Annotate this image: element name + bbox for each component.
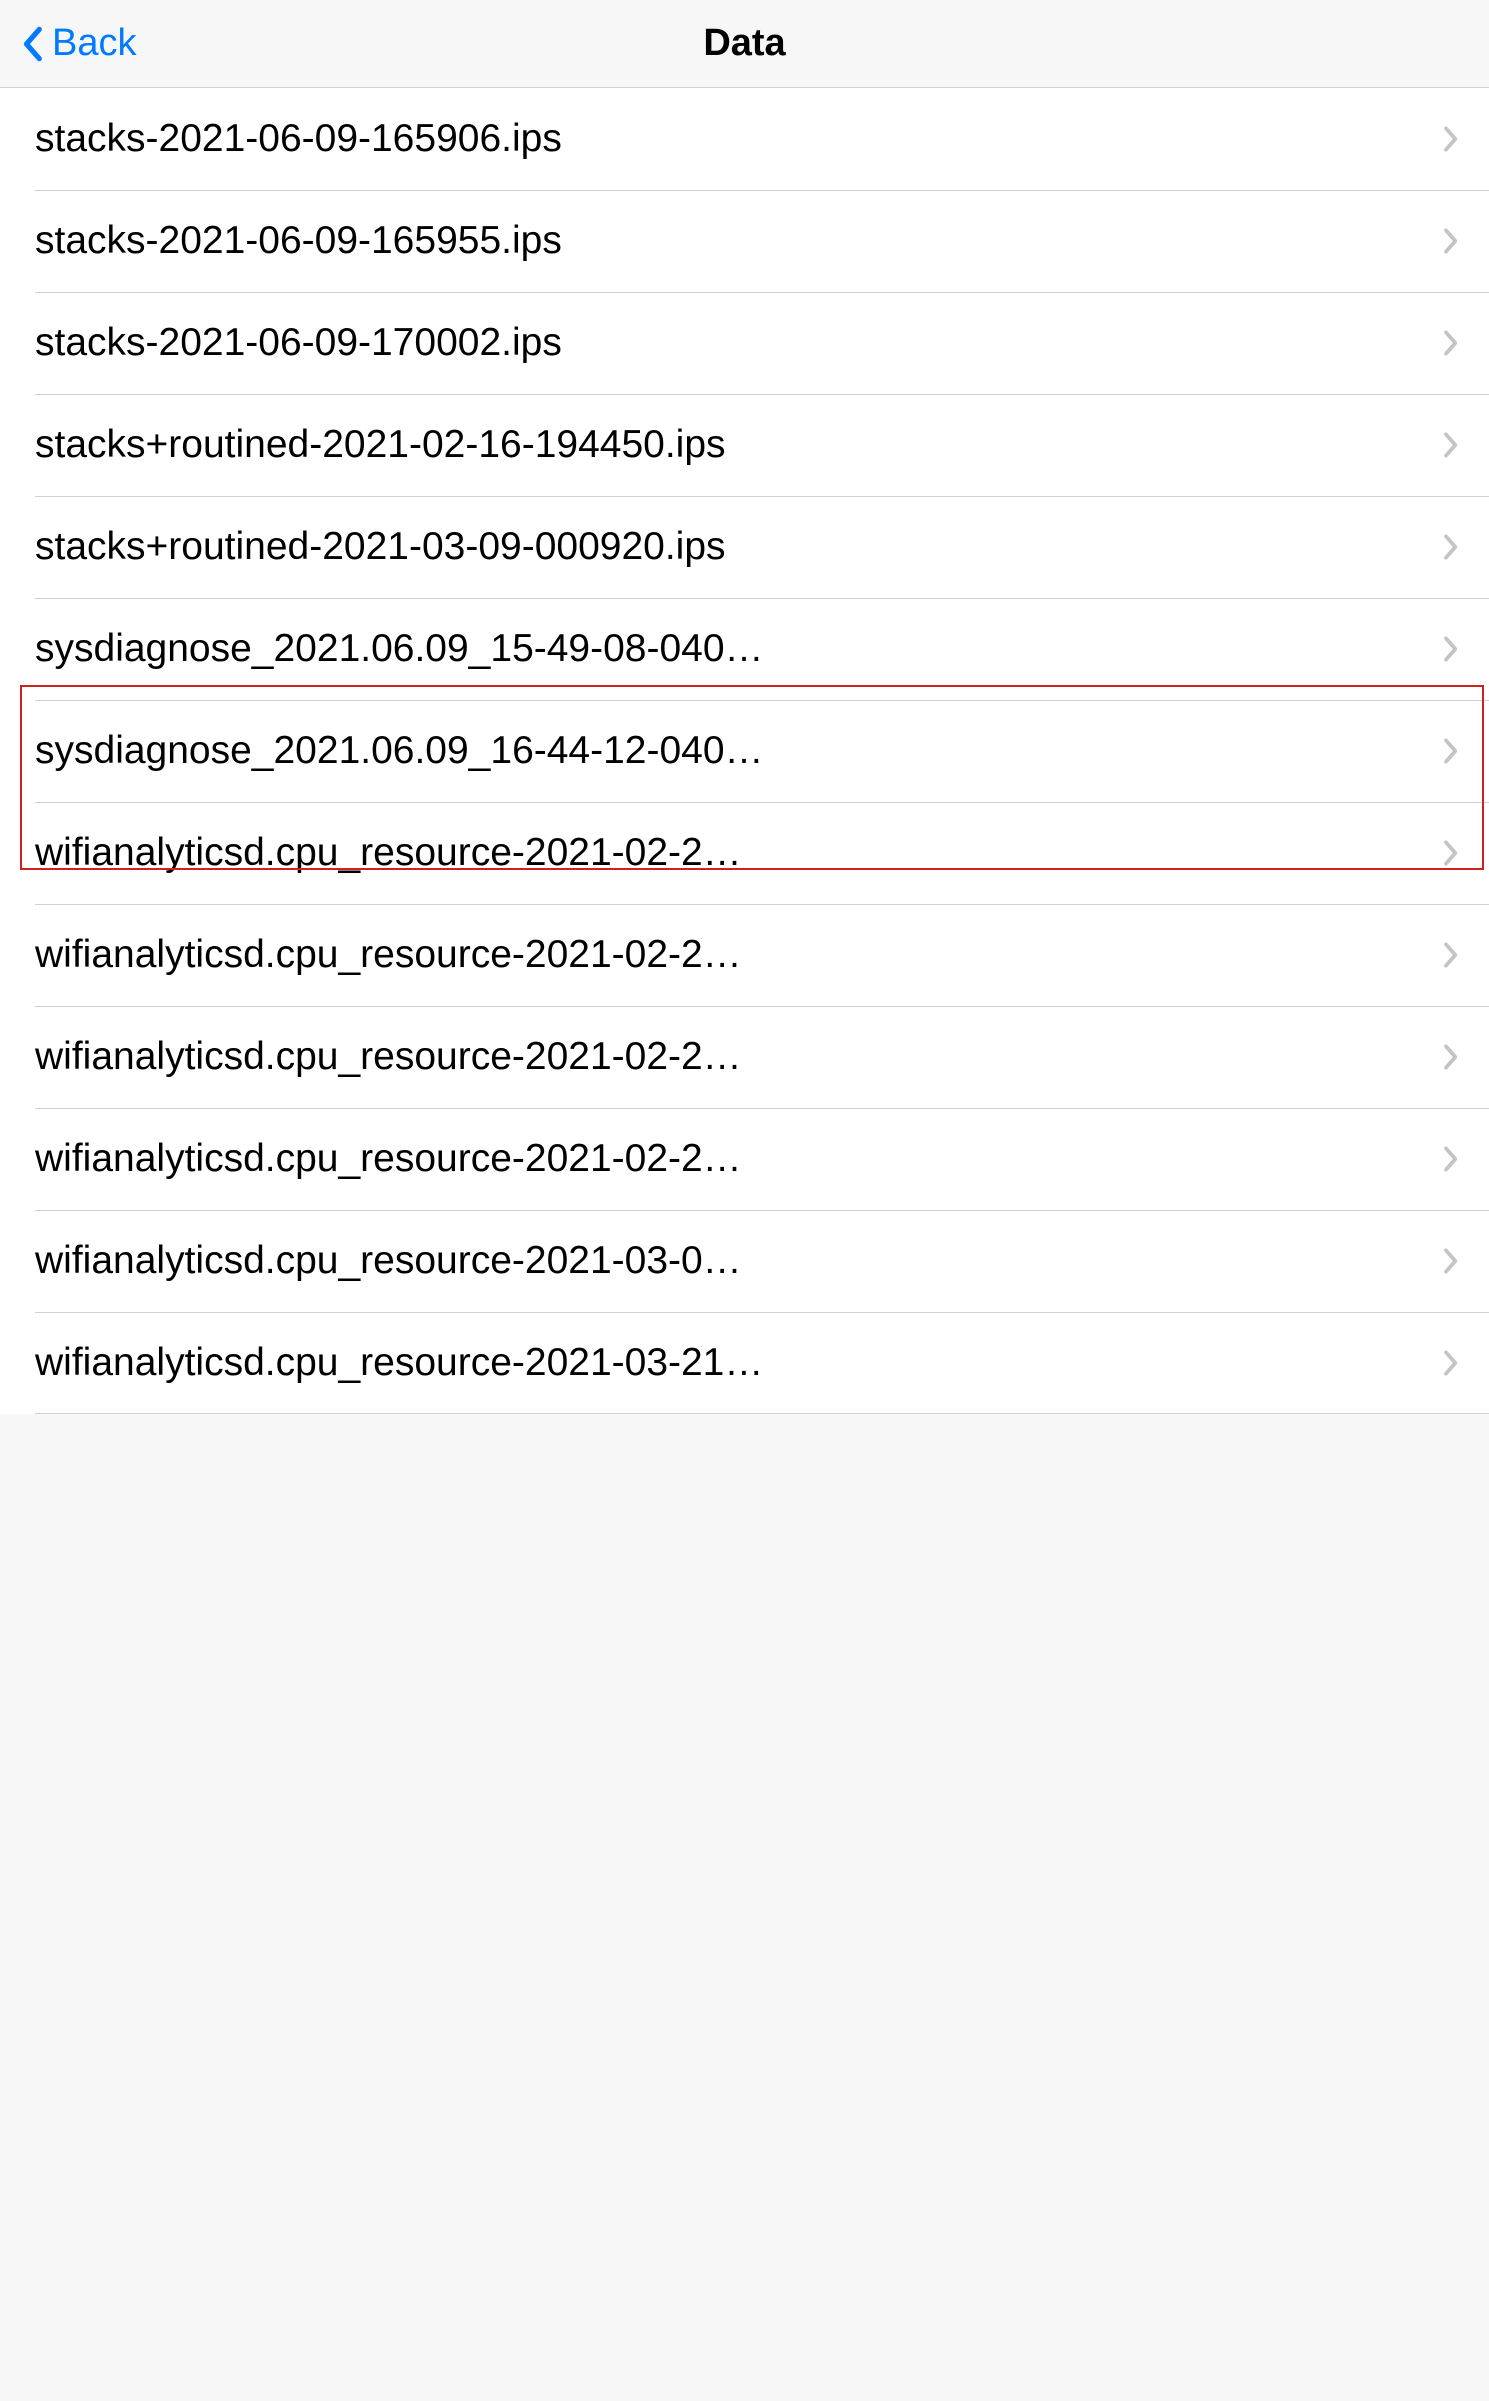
divider (35, 292, 1489, 293)
file-name-label: stacks-2021-06-09-165906.ips (35, 117, 1441, 161)
file-name-label: wifianalyticsd.cpu_resource-2021-02-2… (35, 1035, 1441, 1079)
chevron-right-icon (1441, 532, 1459, 562)
list-item[interactable]: wifianalyticsd.cpu_resource-2021-02-2… (0, 904, 1489, 1006)
divider (35, 598, 1489, 599)
chevron-right-icon (1441, 226, 1459, 256)
file-name-label: stacks-2021-06-09-165955.ips (35, 219, 1441, 263)
list-item[interactable]: wifianalyticsd.cpu_resource-2021-03-0… (0, 1210, 1489, 1312)
list-item[interactable]: stacks-2021-06-09-170002.ips (0, 292, 1489, 394)
divider (35, 1108, 1489, 1109)
file-name-label: sysdiagnose_2021.06.09_15-49-08-040… (35, 627, 1441, 671)
nav-bar: Back Data (0, 0, 1489, 88)
divider (35, 1312, 1489, 1313)
list-item[interactable]: wifianalyticsd.cpu_resource-2021-03-21… (0, 1312, 1489, 1414)
chevron-right-icon (1441, 124, 1459, 154)
page-title: Data (703, 22, 785, 65)
divider (35, 1413, 1489, 1414)
file-name-label: stacks+routined-2021-02-16-194450.ips (35, 423, 1441, 467)
file-name-label: wifianalyticsd.cpu_resource-2021-02-2… (35, 933, 1441, 977)
list-item[interactable]: sysdiagnose_2021.06.09_16-44-12-040… (0, 700, 1489, 802)
file-name-label: wifianalyticsd.cpu_resource-2021-03-0… (35, 1239, 1441, 1283)
list-item[interactable]: stacks+routined-2021-02-16-194450.ips (0, 394, 1489, 496)
chevron-right-icon (1441, 634, 1459, 664)
list-item[interactable]: sysdiagnose_2021.06.09_15-49-08-040… (0, 598, 1489, 700)
chevron-right-icon (1441, 838, 1459, 868)
divider (35, 394, 1489, 395)
chevron-right-icon (1441, 1144, 1459, 1174)
chevron-left-icon (20, 24, 44, 64)
back-button[interactable]: Back (20, 22, 136, 65)
file-name-label: stacks-2021-06-09-170002.ips (35, 321, 1441, 365)
chevron-right-icon (1441, 1348, 1459, 1378)
back-label: Back (52, 22, 136, 65)
divider (35, 904, 1489, 905)
chevron-right-icon (1441, 328, 1459, 358)
list-item[interactable]: stacks+routined-2021-03-09-000920.ips (0, 496, 1489, 598)
file-name-label: wifianalyticsd.cpu_resource-2021-02-2… (35, 831, 1441, 875)
file-name-label: wifianalyticsd.cpu_resource-2021-03-21… (35, 1341, 1441, 1385)
divider (35, 496, 1489, 497)
list-item[interactable]: wifianalyticsd.cpu_resource-2021-02-2… (0, 802, 1489, 904)
list-item[interactable]: stacks-2021-06-09-165906.ips (0, 88, 1489, 190)
divider (35, 700, 1489, 701)
chevron-right-icon (1441, 1042, 1459, 1072)
chevron-right-icon (1441, 736, 1459, 766)
list-item[interactable]: wifianalyticsd.cpu_resource-2021-02-2… (0, 1108, 1489, 1210)
divider (35, 802, 1489, 803)
file-name-label: stacks+routined-2021-03-09-000920.ips (35, 525, 1441, 569)
chevron-right-icon (1441, 940, 1459, 970)
list-item[interactable]: wifianalyticsd.cpu_resource-2021-02-2… (0, 1006, 1489, 1108)
divider (35, 190, 1489, 191)
chevron-right-icon (1441, 1246, 1459, 1276)
file-list: stacks-2021-06-09-165906.ips stacks-2021-… (0, 88, 1489, 1414)
content-area: stacks-2021-06-09-165906.ips stacks-2021-… (0, 88, 1489, 1414)
file-name-label: wifianalyticsd.cpu_resource-2021-02-2… (35, 1137, 1441, 1181)
chevron-right-icon (1441, 430, 1459, 460)
file-name-label: sysdiagnose_2021.06.09_16-44-12-040… (35, 729, 1441, 773)
list-item[interactable]: stacks-2021-06-09-165955.ips (0, 190, 1489, 292)
divider (35, 1210, 1489, 1211)
divider (35, 1006, 1489, 1007)
